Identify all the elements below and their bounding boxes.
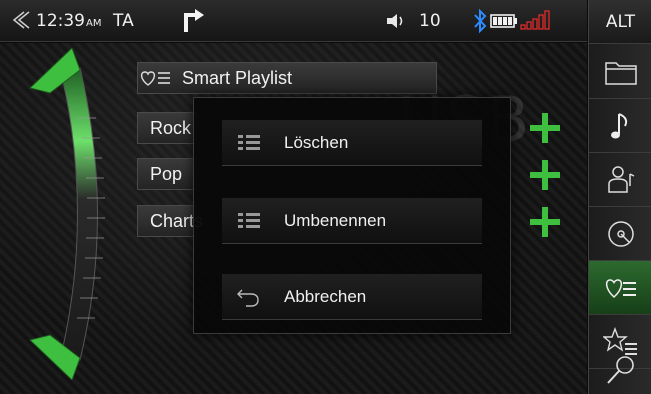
back-chevron-icon[interactable] xyxy=(8,9,30,31)
rename-button[interactable]: Umbenennen xyxy=(222,198,482,244)
sidebar-item-folder[interactable] xyxy=(589,45,651,99)
smart-playlist-header[interactable]: Smart Playlist xyxy=(137,62,437,94)
music-note-icon xyxy=(610,112,627,138)
sidebar-item-artists[interactable] xyxy=(589,153,651,207)
search-icon xyxy=(606,355,634,384)
sidebar-item-albums[interactable] xyxy=(589,207,651,261)
list-icon xyxy=(238,134,260,150)
sidebar-item-search[interactable] xyxy=(589,345,651,394)
smart-playlist-icon xyxy=(140,71,170,86)
cancel-label: Abbrechen xyxy=(284,286,367,306)
folder-icon xyxy=(604,61,637,85)
delete-button[interactable]: Löschen xyxy=(222,120,482,166)
list-item[interactable]: Charts xyxy=(137,205,203,237)
smart-playlist-icon xyxy=(605,278,636,298)
context-menu: Löschen Umbenennen Abbrechen xyxy=(193,97,511,334)
status-bar: 12:39AM TA 10 xyxy=(0,0,587,42)
artist-icon xyxy=(607,165,634,193)
add-icon[interactable] xyxy=(528,205,562,239)
list-item[interactable]: Pop xyxy=(137,158,197,190)
bluetooth-icon xyxy=(474,8,487,34)
add-icon[interactable] xyxy=(528,111,562,145)
add-icon[interactable] xyxy=(528,158,562,192)
list-icon xyxy=(238,212,260,228)
list-item[interactable]: Rock xyxy=(137,112,197,144)
sidebar-item-smart-playlist[interactable] xyxy=(589,261,651,315)
back-arrow-icon xyxy=(237,289,259,307)
sidebar-item-songs[interactable] xyxy=(589,99,651,153)
clock: 12:39AM xyxy=(36,11,102,31)
signal-strength-icon xyxy=(520,10,550,30)
cancel-button[interactable]: Abbrechen xyxy=(222,274,482,320)
scroll-wheel[interactable] xyxy=(20,48,120,380)
alt-label: ALT xyxy=(605,11,636,32)
navigation-turn-icon xyxy=(184,9,204,32)
battery-icon xyxy=(490,14,517,28)
smart-playlist-label: Smart Playlist xyxy=(182,67,293,88)
volume-icon xyxy=(387,14,403,28)
volume-level: 10 xyxy=(419,11,441,31)
rename-label: Umbenennen xyxy=(284,210,387,230)
list-item-label: Rock xyxy=(150,117,192,138)
alt-button[interactable]: ALT xyxy=(589,0,651,44)
traffic-announcement-indicator: TA xyxy=(113,11,134,31)
list-item-label: Pop xyxy=(150,163,183,184)
delete-label: Löschen xyxy=(284,132,349,152)
sidebar: ALT xyxy=(588,0,651,394)
disc-icon xyxy=(607,220,634,247)
